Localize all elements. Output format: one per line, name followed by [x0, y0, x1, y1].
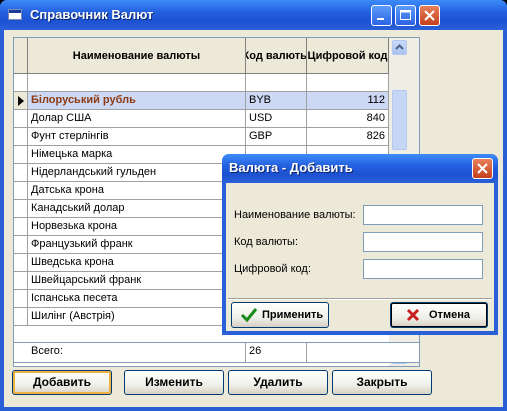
cell-num[interactable]: 826 [307, 128, 389, 146]
minimize-button[interactable] [371, 5, 392, 26]
cell-name[interactable]: Долар США [28, 110, 246, 128]
checkmark-icon [240, 308, 258, 323]
row-indicator[interactable] [14, 272, 28, 290]
add-currency-dialog: Валюта - Добавить Наименование валюты: К… [222, 154, 498, 335]
filter-name[interactable] [28, 74, 246, 92]
code-label: Код валюты: [234, 236, 299, 248]
chevron-up-icon [395, 44, 404, 50]
numeric-code-input[interactable] [363, 259, 483, 279]
add-button[interactable]: Добавить [12, 370, 112, 395]
filter-num[interactable] [307, 74, 389, 92]
cancel-button[interactable]: Отмена [390, 302, 488, 328]
dialog-client-area: Наименование валюты: Код валюты: Цифрово… [226, 183, 494, 331]
table-row-selected[interactable]: Білоруський рубль BYB 112 [14, 92, 419, 110]
cell-code[interactable]: USD [246, 110, 307, 128]
column-header-num[interactable]: Цифровой код [307, 38, 389, 74]
summary-count: 26 [246, 343, 307, 362]
row-indicator[interactable] [14, 128, 28, 146]
column-header-code[interactable]: Код валюты [246, 38, 307, 74]
cancel-label: Отмена [429, 309, 470, 321]
cell-name[interactable]: Білоруський рубль [28, 92, 246, 110]
cell-num[interactable]: 840 [307, 110, 389, 128]
delete-button[interactable]: Удалить [228, 370, 328, 395]
close-icon [424, 10, 435, 21]
row-indicator[interactable] [14, 164, 28, 182]
close-icon [477, 163, 488, 174]
dialog-close-button[interactable] [472, 158, 493, 179]
cell-name[interactable]: Іспанська песета [28, 290, 246, 308]
cell-name[interactable]: Французький франк [28, 236, 246, 254]
currency-name-input[interactable] [363, 205, 483, 225]
filter-row[interactable] [14, 74, 419, 92]
cross-icon [406, 308, 420, 322]
num-label: Цифровой код: [234, 263, 311, 275]
cell-name[interactable]: Шилінг (Австрія) [28, 308, 246, 326]
cell-name[interactable]: Норвезька крона [28, 218, 246, 236]
row-indicator[interactable] [14, 218, 28, 236]
currency-code-input[interactable] [363, 232, 483, 252]
apply-button[interactable]: Применить [231, 302, 329, 328]
cell-name[interactable]: Датська крона [28, 182, 246, 200]
header-indicator-cell [14, 38, 28, 74]
summary-bar: Всего: 26 [13, 342, 420, 363]
cell-name[interactable]: Канадський долар [28, 200, 246, 218]
maximize-button[interactable] [395, 5, 416, 26]
title-bar[interactable]: Справочник Валют [0, 0, 507, 30]
filter-code[interactable] [246, 74, 307, 92]
row-pointer-icon [18, 96, 24, 106]
summary-label: Всего: [28, 343, 246, 362]
cell-code[interactable]: GBP [246, 128, 307, 146]
dialog-separator [228, 298, 492, 300]
row-indicator[interactable] [14, 236, 28, 254]
cell-name[interactable]: Швейцарський франк [28, 272, 246, 290]
cell-name[interactable]: Фунт стерлінгів [28, 128, 246, 146]
cell-name[interactable]: Шведська крона [28, 254, 246, 272]
maximize-icon [400, 10, 411, 20]
scroll-up-arrow[interactable] [392, 40, 407, 55]
minimize-icon [377, 18, 384, 20]
column-header-name[interactable]: Наименование валюты [28, 38, 246, 74]
window-icon [8, 9, 22, 20]
row-indicator[interactable] [14, 110, 28, 128]
scroll-thumb[interactable] [392, 90, 407, 150]
dialog-title-bar[interactable]: Валюта - Добавить [222, 154, 498, 183]
grid-header: Наименование валюты Код валюты Цифровой … [14, 38, 419, 74]
close-button[interactable]: Закрыть [332, 370, 432, 395]
table-row[interactable]: Долар США USD 840 [14, 110, 419, 128]
edit-button[interactable]: Изменить [124, 370, 224, 395]
dialog-title: Валюта - Добавить [229, 160, 353, 175]
close-window-button[interactable] [419, 5, 440, 26]
cell-name[interactable]: Нідерландський гульден [28, 164, 246, 182]
row-indicator[interactable] [14, 308, 28, 326]
table-row[interactable]: Фунт стерлінгів GBP 826 [14, 128, 419, 146]
cell-code[interactable]: BYB [246, 92, 307, 110]
row-indicator[interactable] [14, 254, 28, 272]
name-label: Наименование валюты: [234, 209, 356, 221]
row-indicator[interactable] [14, 146, 28, 164]
apply-label: Применить [262, 309, 324, 321]
row-indicator[interactable] [14, 182, 28, 200]
window-title: Справочник Валют [30, 7, 154, 22]
row-indicator[interactable] [14, 290, 28, 308]
cell-name[interactable]: Німецька марка [28, 146, 246, 164]
row-indicator[interactable] [14, 92, 28, 110]
cell-num[interactable]: 112 [307, 92, 389, 110]
row-indicator[interactable] [14, 200, 28, 218]
